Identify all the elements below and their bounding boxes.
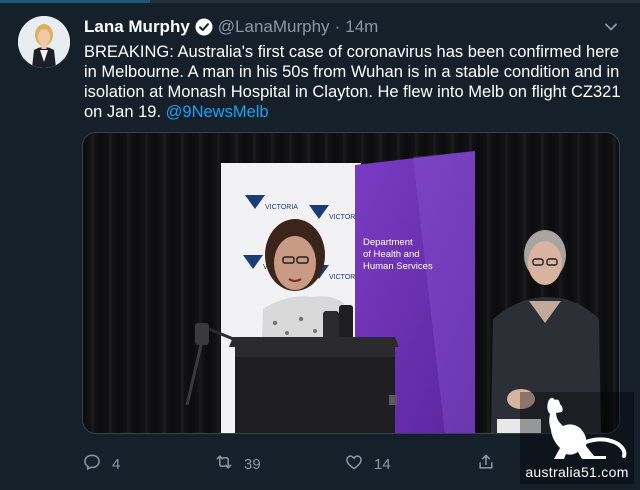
banner-right-line-1: Department bbox=[363, 237, 413, 248]
reply-count: 4 bbox=[112, 455, 121, 473]
verified-badge-icon bbox=[195, 18, 213, 36]
reply-button[interactable]: 4 bbox=[82, 452, 120, 476]
user-handle[interactable]: @LanaMurphy bbox=[218, 17, 330, 37]
timestamp[interactable]: 14m bbox=[345, 17, 378, 37]
banner-right-line-3: Human Services bbox=[363, 261, 433, 272]
tweet-card[interactable]: Lana Murphy @LanaMurphy · 14m BREAKING: … bbox=[0, 0, 640, 490]
mention-link[interactable]: @9NewsMelb bbox=[166, 103, 269, 121]
separator-dot: · bbox=[334, 17, 341, 36]
like-button[interactable]: 14 bbox=[344, 452, 391, 476]
banner-left-text-1: VICTORIA bbox=[265, 204, 298, 211]
tweet-header: Lana Murphy @LanaMurphy · 14m bbox=[84, 16, 378, 38]
tweet-body: BREAKING: Australia's first case of coro… bbox=[84, 42, 630, 122]
share-icon bbox=[476, 452, 496, 476]
kangaroo-icon bbox=[547, 397, 627, 459]
like-count: 14 bbox=[374, 455, 391, 473]
avatar[interactable] bbox=[18, 16, 70, 68]
media-video[interactable]: VICTORIA VICTORIA VICTORIA VICTORIA Depa… bbox=[82, 132, 620, 434]
retweet-count: 39 bbox=[244, 455, 261, 473]
podium bbox=[229, 337, 399, 433]
watermark-text: australia51.com bbox=[525, 464, 629, 480]
tweet-text: BREAKING: Australia's first case of coro… bbox=[84, 43, 621, 121]
like-icon bbox=[344, 452, 364, 476]
watermark: australia51.com bbox=[520, 392, 634, 484]
chevron-down-icon[interactable] bbox=[602, 18, 620, 36]
reply-icon bbox=[82, 452, 102, 476]
retweet-icon bbox=[214, 452, 234, 476]
retweet-button[interactable]: 39 bbox=[214, 452, 261, 476]
share-button[interactable] bbox=[476, 452, 496, 476]
banner-right-line-2: of Health and bbox=[363, 249, 420, 260]
display-name[interactable]: Lana Murphy bbox=[84, 17, 190, 37]
